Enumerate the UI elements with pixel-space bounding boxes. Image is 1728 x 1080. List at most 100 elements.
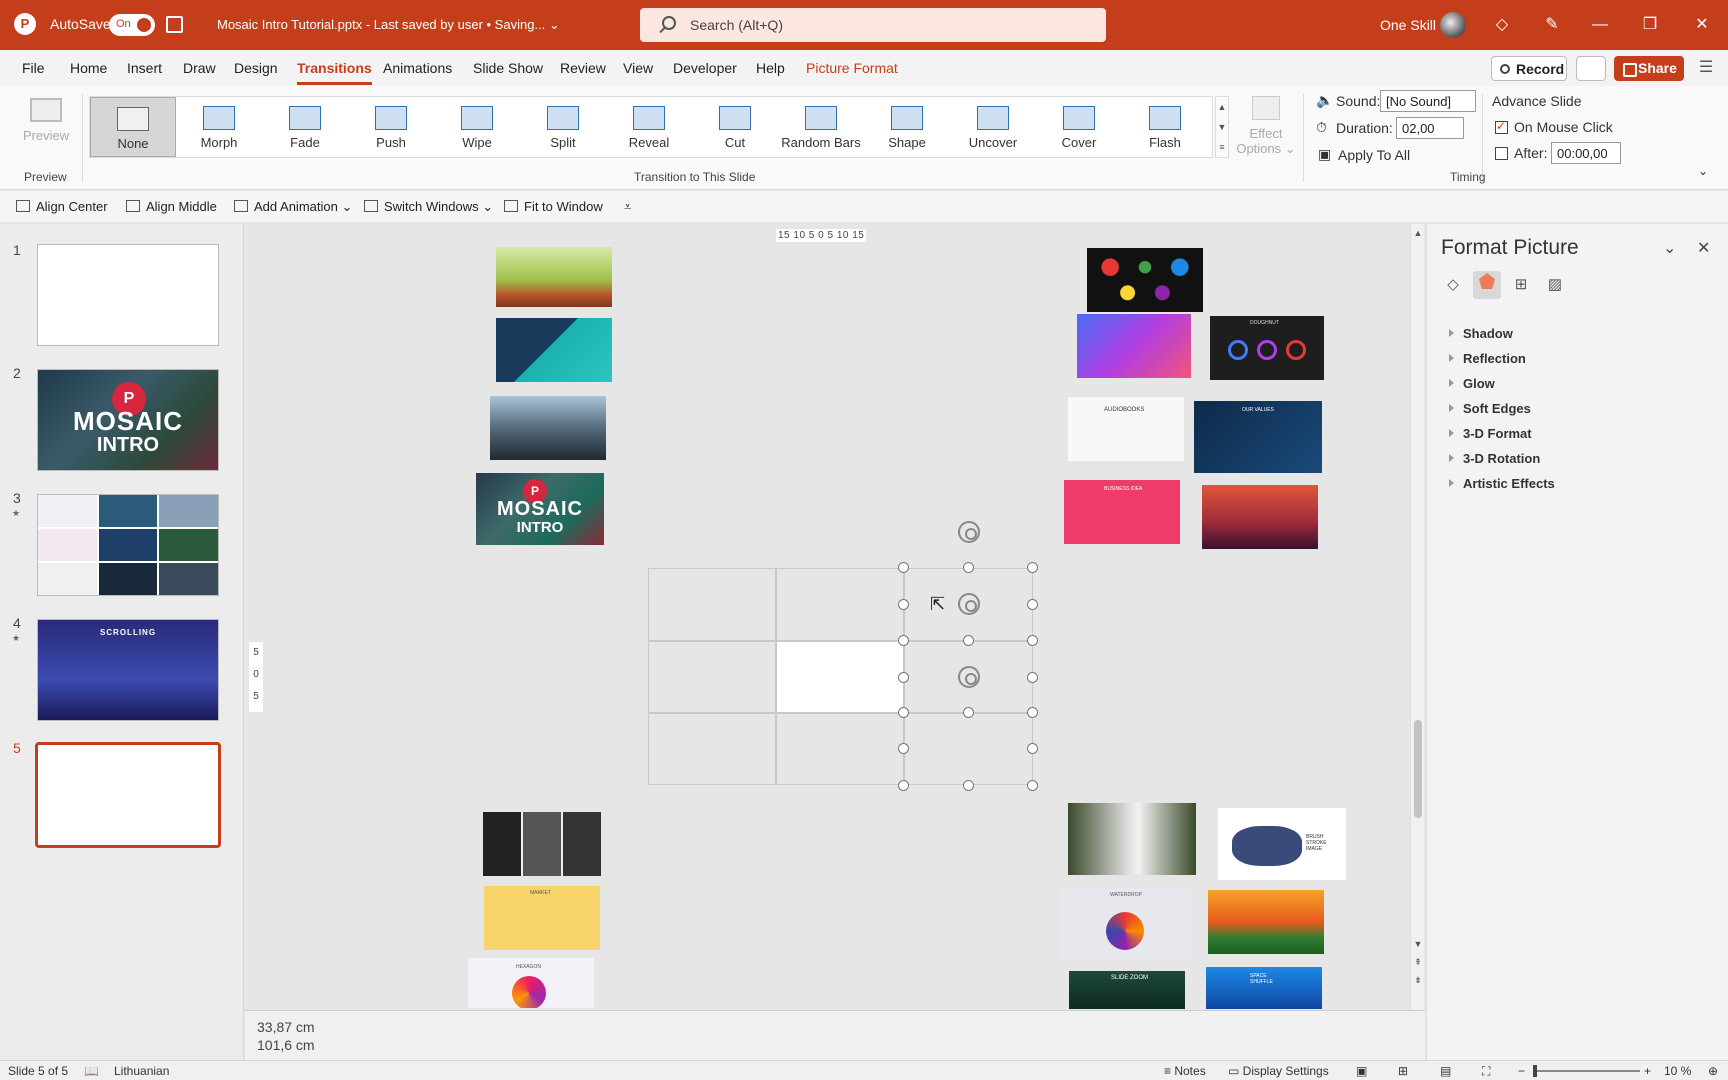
- language-label[interactable]: Lithuanian: [114, 1064, 169, 1078]
- gears-target-image[interactable]: [496, 318, 612, 382]
- transition-morph[interactable]: Morph: [176, 97, 262, 157]
- tab-picture-format[interactable]: Picture Format: [806, 60, 898, 76]
- rotate-handle-icon[interactable]: [958, 521, 980, 543]
- resize-handle[interactable]: [1027, 672, 1038, 683]
- section-3d-format[interactable]: 3-D Format: [1449, 426, 1532, 441]
- close-pane-icon[interactable]: ✕: [1697, 238, 1710, 258]
- duration-input[interactable]: 02,00: [1396, 117, 1464, 139]
- fill-line-icon[interactable]: ◇: [1439, 271, 1467, 299]
- grid-cell[interactable]: [648, 568, 776, 641]
- spelling-icon[interactable]: 📖: [84, 1064, 99, 1078]
- transition-reveal[interactable]: Reveal: [606, 97, 692, 157]
- slide-zoom-image[interactable]: SLIDE ZOOM: [1069, 971, 1185, 1009]
- tab-design[interactable]: Design: [234, 60, 278, 76]
- minimize-icon[interactable]: —: [1590, 15, 1610, 35]
- section-3d-rotation[interactable]: 3-D Rotation: [1449, 451, 1540, 466]
- doughnut-chart-image[interactable]: DOUGHNUT: [1210, 316, 1324, 380]
- transition-cut[interactable]: Cut: [692, 97, 778, 157]
- after-input[interactable]: 00:00,00: [1551, 142, 1621, 164]
- section-soft-edges[interactable]: Soft Edges: [1449, 401, 1531, 416]
- on-mouse-click-checkbox[interactable]: [1495, 119, 1508, 134]
- tab-insert[interactable]: Insert: [127, 60, 162, 76]
- customize-qat-icon[interactable]: ⩡: [624, 199, 631, 215]
- gradient-abstract-image[interactable]: [1077, 314, 1191, 378]
- display-settings-button[interactable]: ▭ Display Settings: [1228, 1064, 1329, 1078]
- zoom-slider[interactable]: [1534, 1070, 1640, 1072]
- coauthor-icon[interactable]: ☰: [1696, 58, 1716, 78]
- game-platform-image[interactable]: [496, 247, 612, 307]
- zoom-in-icon[interactable]: +: [1644, 1064, 1651, 1078]
- resize-handle[interactable]: [898, 672, 909, 683]
- previous-slide-icon[interactable]: ⇞: [1411, 957, 1425, 968]
- tab-file[interactable]: File: [22, 60, 45, 76]
- transition-none[interactable]: None: [90, 97, 176, 157]
- resize-handle[interactable]: [1027, 599, 1038, 610]
- resize-handle[interactable]: [1027, 780, 1038, 791]
- slide-thumbnail-5[interactable]: [35, 742, 221, 848]
- tab-animations[interactable]: Animations: [383, 60, 452, 76]
- colorful-spheres-image[interactable]: [1087, 248, 1203, 312]
- resize-handle[interactable]: [1027, 562, 1038, 573]
- resize-handle[interactable]: [963, 635, 974, 646]
- canvas-scrollbar[interactable]: ▲ ▼ ⇞ ⇟: [1410, 224, 1424, 1010]
- restore-icon[interactable]: ❐: [1640, 15, 1660, 35]
- fit-slide-icon[interactable]: ⊕: [1708, 1064, 1718, 1078]
- columns-sunset-image[interactable]: [1202, 485, 1318, 549]
- section-glow[interactable]: Glow: [1449, 376, 1495, 391]
- picture-icon[interactable]: ▨: [1541, 271, 1569, 299]
- scroll-down-icon[interactable]: ▼: [1411, 939, 1425, 949]
- document-title[interactable]: Mosaic Intro Tutorial.pptx - Last saved …: [217, 17, 560, 33]
- rotate-handle-icon[interactable]: [958, 666, 980, 688]
- popup-book-image[interactable]: [1208, 890, 1324, 954]
- resize-handle[interactable]: [898, 635, 909, 646]
- zoom-percent[interactable]: 10 %: [1664, 1064, 1691, 1078]
- section-artistic-effects[interactable]: Artistic Effects: [1449, 476, 1555, 491]
- photo-grid-image[interactable]: [483, 812, 601, 876]
- zoom-out-icon[interactable]: −: [1518, 1064, 1525, 1078]
- tab-home[interactable]: Home: [70, 60, 107, 76]
- record-button[interactable]: Record: [1491, 56, 1567, 81]
- grid-cell[interactable]: [776, 568, 904, 641]
- grid-cell[interactable]: [648, 713, 776, 785]
- resize-handle[interactable]: [898, 599, 909, 610]
- align-center-button[interactable]: Align Center: [16, 199, 108, 214]
- transition-cover[interactable]: Cover: [1036, 97, 1122, 157]
- slide-thumbnail-1[interactable]: [37, 244, 219, 346]
- section-shadow[interactable]: Shadow: [1449, 326, 1513, 341]
- resize-handle[interactable]: [898, 743, 909, 754]
- reading-view-icon[interactable]: ▤: [1440, 1064, 1451, 1078]
- sound-select[interactable]: [No Sound]: [1380, 90, 1476, 112]
- rotate-handle-icon[interactable]: [958, 593, 980, 615]
- close-icon[interactable]: ✕: [1692, 15, 1712, 35]
- pen-icon[interactable]: ✎: [1542, 15, 1562, 35]
- tab-review[interactable]: Review: [560, 60, 606, 76]
- effect-options-button[interactable]: Effect Options ⌄: [1236, 94, 1296, 164]
- preview-button[interactable]: Preview: [18, 94, 74, 174]
- transition-push[interactable]: Push: [348, 97, 434, 157]
- scroll-up-icon[interactable]: ▲: [1411, 228, 1425, 238]
- next-slide-icon[interactable]: ⇟: [1411, 975, 1425, 986]
- pane-options-icon[interactable]: ⌄: [1663, 238, 1676, 258]
- tab-transitions[interactable]: Transitions: [297, 60, 372, 85]
- gallery-scroll[interactable]: ▲ ▼ ≡: [1215, 96, 1229, 158]
- add-animation-button[interactable]: Add Animation ⌄: [234, 199, 352, 215]
- slide-sorter-icon[interactable]: ⊞: [1398, 1064, 1408, 1078]
- audiobooks-image[interactable]: AUDIOBOOKS: [1068, 397, 1184, 461]
- share-button[interactable]: Share: [1614, 56, 1684, 81]
- grid-cell[interactable]: [776, 641, 904, 713]
- hexagon-infographic-image[interactable]: HEXAGON: [468, 958, 594, 1008]
- transition-flash[interactable]: Flash: [1122, 97, 1208, 157]
- resize-handle[interactable]: [1027, 743, 1038, 754]
- scrollbar-thumb[interactable]: [1414, 720, 1422, 818]
- resize-handle[interactable]: [898, 562, 909, 573]
- user-name[interactable]: One Skill: [1380, 17, 1436, 33]
- mosaic-intro-image[interactable]: P MOSAIC INTRO: [476, 473, 604, 545]
- grid-cell-selected[interactable]: [904, 713, 1033, 785]
- grid-cell[interactable]: [776, 713, 904, 785]
- effects-icon[interactable]: [1473, 271, 1501, 299]
- tab-draw[interactable]: Draw: [183, 60, 216, 76]
- apply-all-button[interactable]: Apply To All: [1338, 147, 1410, 163]
- resize-handle[interactable]: [1027, 707, 1038, 718]
- save-icon[interactable]: [166, 16, 183, 33]
- collapse-ribbon-icon[interactable]: ⌄: [1698, 164, 1708, 178]
